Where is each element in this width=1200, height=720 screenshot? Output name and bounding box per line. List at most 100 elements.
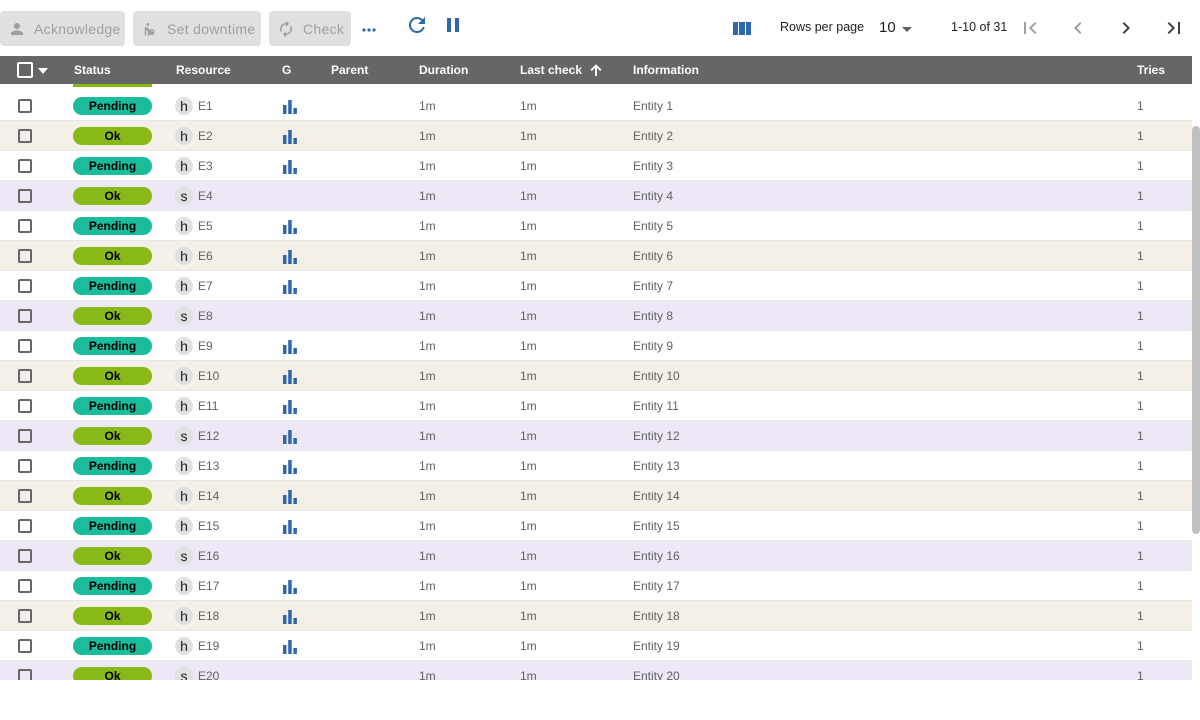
table-row[interactable]: Ok s E16 1m 1m Entity 16 1 <box>0 541 1192 571</box>
row-checkbox[interactable] <box>18 309 32 323</box>
row-checkbox[interactable] <box>18 579 32 593</box>
resource-name[interactable]: E4 <box>198 189 213 203</box>
bar-chart-icon[interactable] <box>282 429 298 445</box>
row-checkbox[interactable] <box>18 609 32 623</box>
table-row[interactable]: Pending h E13 1m 1m Entity 13 1 <box>0 451 1192 481</box>
resource-name[interactable]: E11 <box>198 399 218 413</box>
bar-chart-icon[interactable] <box>282 519 298 535</box>
resource-name[interactable]: E8 <box>198 309 213 323</box>
bar-chart-icon[interactable] <box>282 339 298 355</box>
column-last-check[interactable]: Last check <box>520 63 582 77</box>
table-row[interactable]: Ok h E6 1m 1m Entity 6 1 <box>0 241 1192 271</box>
table-row[interactable]: Pending h E9 1m 1m Entity 9 1 <box>0 331 1192 361</box>
resource-name[interactable]: E17 <box>198 579 219 593</box>
table-row[interactable]: Ok s E8 1m 1m Entity 8 1 <box>0 301 1192 331</box>
table-row[interactable]: Ok h E14 1m 1m Entity 14 1 <box>0 481 1192 511</box>
resource-name[interactable]: E5 <box>198 219 213 233</box>
resource-name[interactable]: E18 <box>198 609 219 623</box>
first-page-icon[interactable] <box>1018 16 1042 40</box>
resource-name[interactable]: E9 <box>198 339 213 353</box>
column-information[interactable]: Information <box>633 63 699 77</box>
row-checkbox[interactable] <box>18 189 32 203</box>
row-checkbox[interactable] <box>18 489 32 503</box>
resource-name[interactable]: E19 <box>198 639 219 653</box>
rows-per-page-select[interactable]: 10 <box>879 19 896 36</box>
table-row[interactable]: Ok h E10 1m 1m Entity 10 1 <box>0 361 1192 391</box>
caret-down-icon[interactable] <box>36 65 50 77</box>
bar-chart-icon[interactable] <box>282 639 298 655</box>
row-checkbox[interactable] <box>18 129 32 143</box>
table-row[interactable]: Pending h E17 1m 1m Entity 17 1 <box>0 571 1192 601</box>
table-row[interactable]: Pending h E7 1m 1m Entity 7 1 <box>0 271 1192 301</box>
next-page-icon[interactable] <box>1114 16 1138 40</box>
resource-name[interactable]: E14 <box>198 489 219 503</box>
previous-page-icon[interactable] <box>1066 16 1090 40</box>
row-checkbox[interactable] <box>18 459 32 473</box>
table-row[interactable]: Ok s E12 1m 1m Entity 12 1 <box>0 421 1192 451</box>
resource-name[interactable]: E20 <box>198 669 219 680</box>
column-resource[interactable]: Resource <box>176 63 231 77</box>
row-checkbox[interactable] <box>18 669 32 680</box>
bar-chart-icon[interactable] <box>282 129 298 145</box>
resource-name[interactable]: E16 <box>198 549 219 563</box>
row-checkbox[interactable] <box>18 519 32 533</box>
resource-name[interactable]: E3 <box>198 159 213 173</box>
table-row[interactable]: Ok h E18 1m 1m Entity 18 1 <box>0 601 1192 631</box>
table-row[interactable]: Ok h E2 1m 1m Entity 2 1 <box>0 121 1192 151</box>
table-row[interactable]: Pending h E1 1m 1m Entity 1 1 <box>0 91 1192 121</box>
column-tries[interactable]: Tries <box>1137 63 1165 77</box>
resource-name[interactable]: E1 <box>198 99 213 113</box>
row-checkbox[interactable] <box>18 639 32 653</box>
resource-name[interactable]: E7 <box>198 279 213 293</box>
row-checkbox[interactable] <box>18 549 32 563</box>
set-downtime-button[interactable]: Set downtime <box>133 11 261 46</box>
chevron-down-icon[interactable] <box>897 17 917 41</box>
column-graph[interactable]: G <box>282 63 291 77</box>
row-checkbox[interactable] <box>18 279 32 293</box>
table-row[interactable]: Pending h E11 1m 1m Entity 11 1 <box>0 391 1192 421</box>
row-checkbox[interactable] <box>18 219 32 233</box>
view-columns-icon[interactable] <box>730 16 754 40</box>
bar-chart-icon[interactable] <box>282 219 298 235</box>
bar-chart-icon[interactable] <box>282 609 298 625</box>
acknowledge-button[interactable]: Acknowledge <box>0 11 125 46</box>
bar-chart-icon[interactable] <box>282 159 298 175</box>
row-checkbox[interactable] <box>18 249 32 263</box>
table-row[interactable]: Pending h E5 1m 1m Entity 5 1 <box>0 211 1192 241</box>
bar-chart-icon[interactable] <box>282 99 298 115</box>
resource-name[interactable]: E10 <box>198 369 219 383</box>
select-all-checkbox[interactable] <box>17 62 33 78</box>
row-checkbox[interactable] <box>18 369 32 383</box>
column-status[interactable]: Status <box>74 63 111 77</box>
table-row[interactable]: Pending h E19 1m 1m Entity 19 1 <box>0 631 1192 661</box>
row-checkbox[interactable] <box>18 339 32 353</box>
bar-chart-icon[interactable] <box>282 279 298 295</box>
table-row[interactable]: Pending h E3 1m 1m Entity 3 1 <box>0 151 1192 181</box>
resource-name[interactable]: E6 <box>198 249 213 263</box>
table-row[interactable]: Pending h E15 1m 1m Entity 15 1 <box>0 511 1192 541</box>
resource-name[interactable]: E12 <box>198 429 219 443</box>
resource-name[interactable]: E13 <box>198 459 219 473</box>
last-page-icon[interactable] <box>1162 16 1186 40</box>
row-checkbox[interactable] <box>18 99 32 113</box>
vertical-scrollbar[interactable] <box>1192 126 1200 534</box>
resource-name[interactable]: E2 <box>198 129 213 143</box>
sort-arrow-up-icon[interactable] <box>589 62 603 78</box>
more-horiz-icon[interactable] <box>360 20 378 38</box>
column-duration[interactable]: Duration <box>419 63 468 77</box>
bar-chart-icon[interactable] <box>282 459 298 475</box>
bar-chart-icon[interactable] <box>282 369 298 385</box>
bar-chart-icon[interactable] <box>282 249 298 265</box>
bar-chart-icon[interactable] <box>282 399 298 415</box>
row-checkbox[interactable] <box>18 159 32 173</box>
row-checkbox[interactable] <box>18 399 32 413</box>
row-checkbox[interactable] <box>18 429 32 443</box>
bar-chart-icon[interactable] <box>282 489 298 505</box>
pause-icon[interactable] <box>441 13 465 37</box>
column-parent[interactable]: Parent <box>331 63 368 77</box>
refresh-icon[interactable] <box>405 13 429 37</box>
table-row[interactable]: Ok s E4 1m 1m Entity 4 1 <box>0 181 1192 211</box>
resource-name[interactable]: E15 <box>198 519 219 533</box>
check-button[interactable]: Check <box>269 11 351 46</box>
bar-chart-icon[interactable] <box>282 579 298 595</box>
